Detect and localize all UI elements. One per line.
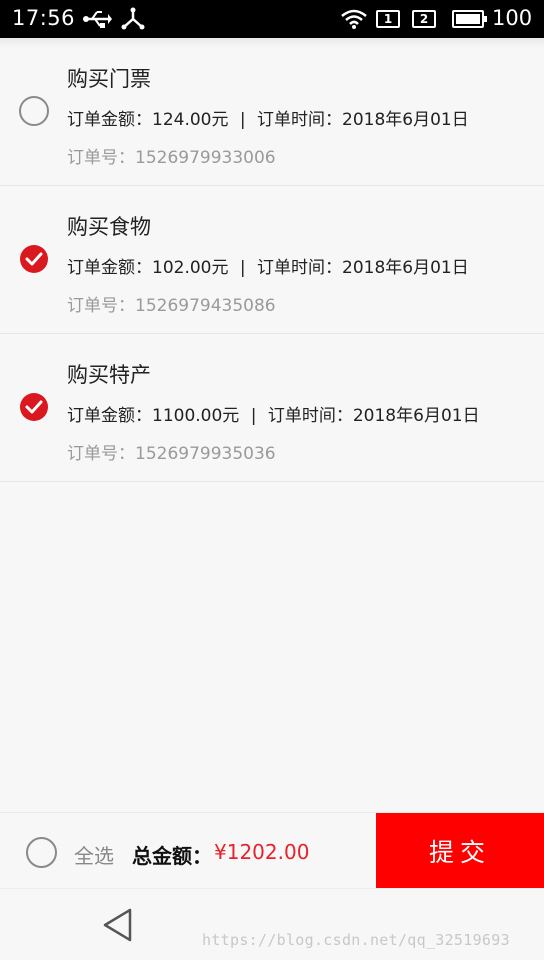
order-number-label: 订单号： [67,444,135,464]
select-all-label[interactable]: 全选 [74,840,114,869]
order-checkbox-checked-icon[interactable] [19,244,49,274]
order-amount-label: 订单金额： [67,406,152,426]
order-title: 购买特产 [67,363,151,387]
order-time: 2018年6月01日 [342,258,469,278]
order-number: 订单号：1526979435086 [67,291,276,316]
order-title: 购买门票 [67,67,151,91]
total-amount-label: 总金额： [132,844,212,868]
select-all-checkbox-icon[interactable] [26,837,57,868]
total-amount-value: ¥1202.00 [214,840,310,864]
order-item[interactable]: 购买食物 订单金额：102.00元 | 订单时间：2018年6月01日 订单号：… [0,186,544,334]
order-info: 订单金额：1100.00元 | 订单时间：2018年6月01日 [67,401,480,426]
order-checkbox-unchecked-icon[interactable] [19,96,49,126]
order-amount-label: 订单金额： [67,110,152,130]
order-separator: | [239,110,246,130]
submit-button[interactable]: 提交 [376,813,544,889]
back-icon[interactable] [102,907,134,943]
order-title: 购买食物 [67,215,151,239]
order-item[interactable]: 购买门票 订单金额：124.00元 | 订单时间：2018年6月01日 订单号：… [0,38,544,186]
order-number-value: 1526979435086 [135,296,276,316]
order-time: 2018年6月01日 [352,406,480,426]
order-info: 订单金额：102.00元 | 订单时间：2018年6月01日 [67,253,469,278]
share-icon [121,7,145,30]
battery-icon [452,10,487,28]
order-time-label: 订单时间： [257,258,343,278]
order-checkbox-checked-icon[interactable] [19,392,49,422]
bottom-bar: 全选 总金额： ¥1202.00 提交 [0,812,544,889]
order-number-value: 1526979933006 [135,148,276,168]
wifi-icon [341,9,367,29]
order-amount-label: 订单金额： [67,258,152,278]
order-separator: | [250,406,257,426]
order-time: 2018年6月01日 [342,110,469,130]
order-amount: 102.00元 [152,258,229,278]
order-time-label: 订单时间： [257,110,343,130]
order-number-value: 1526979935036 [135,444,276,464]
order-number: 订单号：1526979933006 [67,143,276,168]
watermark: https://blog.csdn.net/qq_32519693 [202,931,510,949]
order-number-label: 订单号： [67,296,135,316]
order-number-label: 订单号： [67,148,135,168]
navigation-bar: https://blog.csdn.net/qq_32519693 [0,888,544,960]
usb-icon [83,11,112,28]
order-info: 订单金额：124.00元 | 订单时间：2018年6月01日 [67,105,469,130]
status-time: 17:56 [12,6,76,30]
order-list: 购买门票 订单金额：124.00元 | 订单时间：2018年6月01日 订单号：… [0,38,544,482]
sim2-icon: 2 [412,10,436,28]
status-bar: 17:56 1 2 100 [0,0,544,38]
order-item[interactable]: 购买特产 订单金额：1100.00元 | 订单时间：2018年6月01日 订单号… [0,334,544,482]
battery-level: 100 [492,6,533,30]
order-number: 订单号：1526979935036 [67,439,276,464]
sim1-icon: 1 [376,10,400,28]
order-time-label: 订单时间： [267,406,353,426]
order-separator: | [239,258,246,278]
order-amount: 124.00元 [152,110,229,130]
order-amount: 1100.00元 [152,406,240,426]
